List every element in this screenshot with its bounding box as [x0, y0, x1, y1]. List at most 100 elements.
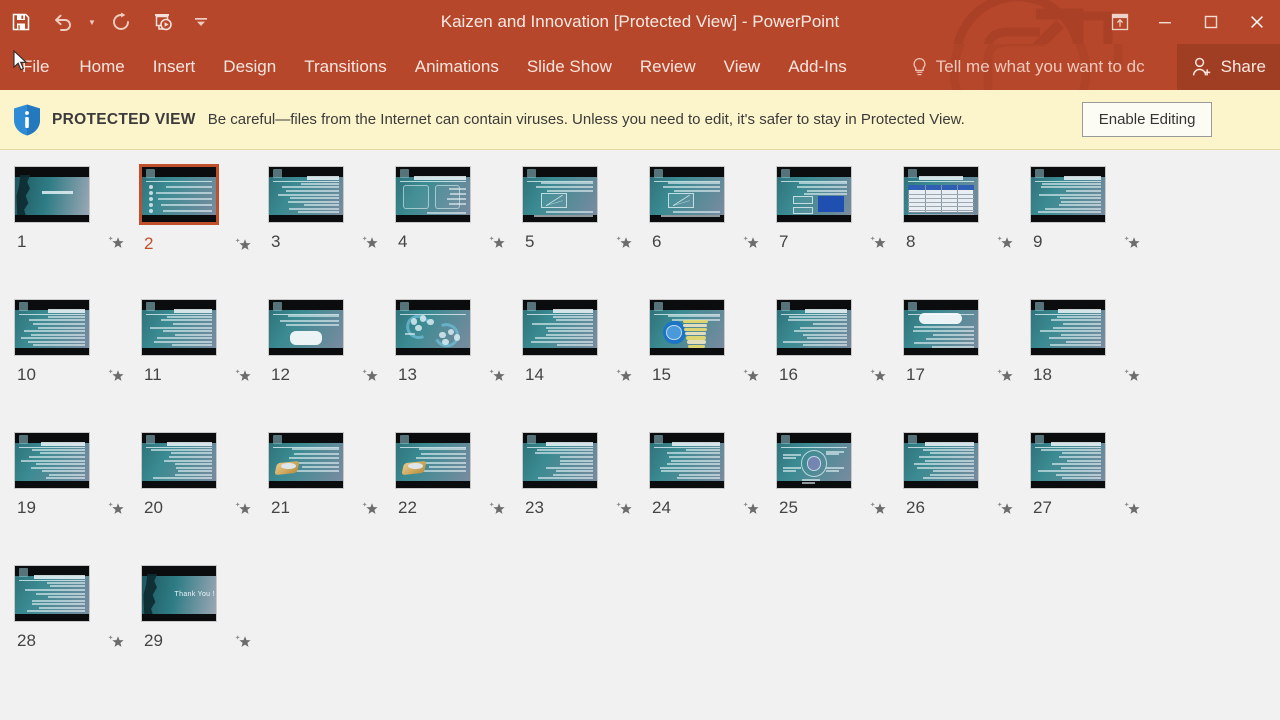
star-icon[interactable]: [361, 499, 379, 517]
star-icon[interactable]: [615, 233, 633, 251]
star-icon[interactable]: [234, 366, 252, 384]
slide-thumbnail-13[interactable]: [395, 299, 471, 356]
slide-thumbnail-27[interactable]: [1030, 432, 1106, 489]
star-icon[interactable]: [996, 233, 1014, 251]
ribbon-tab-slide-show[interactable]: Slide Show: [513, 44, 626, 90]
slide-thumbnail-cell[interactable]: 28: [13, 565, 140, 698]
star-icon[interactable]: [742, 366, 760, 384]
slide-thumbnail-cell[interactable]: 14: [521, 299, 648, 432]
slide-thumbnail-21[interactable]: [268, 432, 344, 489]
slide-thumbnail-24[interactable]: [649, 432, 725, 489]
redo-button[interactable]: [100, 2, 142, 42]
star-icon[interactable]: [1123, 499, 1141, 517]
slide-thumbnail-cell[interactable]: 8: [902, 166, 1029, 299]
star-icon[interactable]: [488, 499, 506, 517]
slide-thumbnail-cell[interactable]: 27: [1029, 432, 1156, 565]
star-icon[interactable]: [361, 233, 379, 251]
maximize-button[interactable]: [1188, 0, 1234, 44]
slide-thumbnail-28[interactable]: [14, 565, 90, 622]
star-icon[interactable]: [234, 235, 252, 253]
star-icon[interactable]: [107, 632, 125, 650]
slide-thumbnail-cell[interactable]: 2: [139, 164, 267, 299]
slide-thumbnail-22[interactable]: [395, 432, 471, 489]
slide-thumbnail-cell[interactable]: 19: [13, 432, 140, 565]
star-icon[interactable]: [488, 366, 506, 384]
slide-thumbnail-cell[interactable]: 21: [267, 432, 394, 565]
slide-thumbnail-2[interactable]: [139, 164, 219, 225]
slide-thumbnail-cell[interactable]: 10: [13, 299, 140, 432]
slide-thumbnail-cell[interactable]: 7: [775, 166, 902, 299]
star-icon[interactable]: [615, 499, 633, 517]
slide-thumbnail-cell[interactable]: 17: [902, 299, 1029, 432]
star-icon[interactable]: [869, 366, 887, 384]
slide-thumbnail-cell[interactable]: 6: [648, 166, 775, 299]
slide-thumbnail-pane[interactable]: 1 2 3 4 5 6 7 8 9 10 11 12 13 14 15 16 1…: [0, 150, 1280, 720]
slide-thumbnail-cell[interactable]: 24: [648, 432, 775, 565]
enable-editing-button[interactable]: Enable Editing: [1081, 102, 1213, 137]
slide-thumbnail-17[interactable]: [903, 299, 979, 356]
slide-thumbnail-1[interactable]: [14, 166, 90, 223]
minimize-button[interactable]: [1142, 0, 1188, 44]
ribbon-tab-view[interactable]: View: [710, 44, 775, 90]
slide-thumbnail-19[interactable]: [14, 432, 90, 489]
ribbon-display-options-button[interactable]: [1098, 0, 1142, 44]
star-icon[interactable]: [361, 366, 379, 384]
ribbon-tab-file[interactable]: File: [0, 44, 65, 90]
slide-thumbnail-cell[interactable]: 4: [394, 166, 521, 299]
slide-thumbnail-4[interactable]: [395, 166, 471, 223]
slide-thumbnail-cell[interactable]: 25: [775, 432, 902, 565]
star-icon[interactable]: [615, 366, 633, 384]
star-icon[interactable]: [869, 233, 887, 251]
slide-thumbnail-cell[interactable]: 9: [1029, 166, 1156, 299]
close-button[interactable]: [1234, 0, 1280, 44]
slide-thumbnail-8[interactable]: [903, 166, 979, 223]
slide-thumbnail-26[interactable]: [903, 432, 979, 489]
star-icon[interactable]: [107, 499, 125, 517]
slide-thumbnail-20[interactable]: [141, 432, 217, 489]
share-button[interactable]: Share: [1176, 44, 1280, 90]
star-icon[interactable]: [107, 233, 125, 251]
star-icon[interactable]: [996, 366, 1014, 384]
slide-thumbnail-cell[interactable]: 11: [140, 299, 267, 432]
slide-thumbnail-9[interactable]: [1030, 166, 1106, 223]
start-slideshow-button[interactable]: [142, 2, 184, 42]
slide-thumbnail-6[interactable]: [649, 166, 725, 223]
ribbon-tab-animations[interactable]: Animations: [401, 44, 513, 90]
ribbon-tab-design[interactable]: Design: [209, 44, 290, 90]
ribbon-tab-transitions[interactable]: Transitions: [290, 44, 401, 90]
slide-thumbnail-cell[interactable]: 5: [521, 166, 648, 299]
slide-thumbnail-29[interactable]: Thank You !: [141, 565, 217, 622]
slide-thumbnail-7[interactable]: [776, 166, 852, 223]
star-icon[interactable]: [488, 233, 506, 251]
slide-thumbnail-14[interactable]: [522, 299, 598, 356]
star-icon[interactable]: [107, 366, 125, 384]
slide-thumbnail-10[interactable]: [14, 299, 90, 356]
save-button[interactable]: [0, 2, 42, 42]
ribbon-tab-add-ins[interactable]: Add-Ins: [774, 44, 861, 90]
slide-thumbnail-25[interactable]: [776, 432, 852, 489]
slide-thumbnail-cell[interactable]: 12: [267, 299, 394, 432]
slide-thumbnail-5[interactable]: [522, 166, 598, 223]
slide-thumbnail-16[interactable]: [776, 299, 852, 356]
tell-me-search[interactable]: Tell me what you want to dc: [911, 57, 1145, 77]
slide-thumbnail-15[interactable]: [649, 299, 725, 356]
star-icon[interactable]: [1123, 233, 1141, 251]
slide-thumbnail-12[interactable]: [268, 299, 344, 356]
star-icon[interactable]: [869, 499, 887, 517]
slide-thumbnail-11[interactable]: [141, 299, 217, 356]
slide-thumbnail-cell[interactable]: 22: [394, 432, 521, 565]
slide-thumbnail-cell[interactable]: 3: [267, 166, 394, 299]
customize-qat-button[interactable]: [184, 2, 218, 42]
slide-thumbnail-23[interactable]: [522, 432, 598, 489]
star-icon[interactable]: [234, 632, 252, 650]
undo-dropdown[interactable]: ▼: [84, 2, 100, 42]
star-icon[interactable]: [742, 499, 760, 517]
slide-thumbnail-cell[interactable]: 20: [140, 432, 267, 565]
slide-thumbnail-cell[interactable]: 26: [902, 432, 1029, 565]
slide-thumbnail-cell[interactable]: 16: [775, 299, 902, 432]
slide-thumbnail-cell[interactable]: 13: [394, 299, 521, 432]
slide-thumbnail-cell[interactable]: 15: [648, 299, 775, 432]
slide-thumbnail-cell[interactable]: 1: [13, 166, 140, 299]
slide-thumbnail-18[interactable]: [1030, 299, 1106, 356]
slide-thumbnail-cell[interactable]: Thank You ! 29: [140, 565, 267, 698]
